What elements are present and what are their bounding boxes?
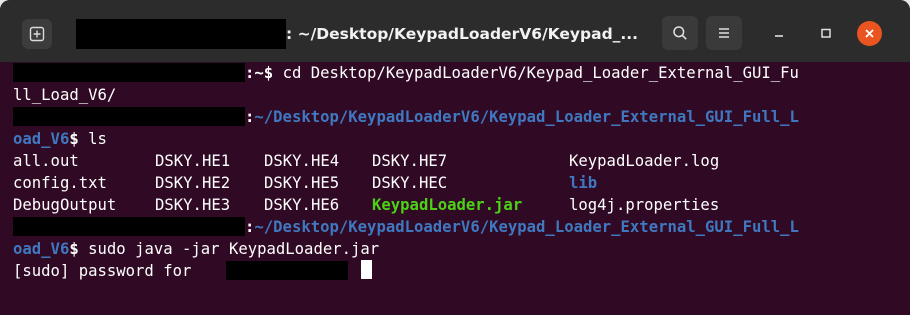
prompt-colon: :	[245, 108, 255, 126]
command-text: sudo java -jar KeypadLoader.jar	[88, 240, 380, 258]
new-tab-button[interactable]	[22, 19, 52, 49]
prompt-line-3: :~/Desktop/KeypadLoaderV6/Keypad_Loader_…	[245, 106, 799, 128]
redacted-username-title	[76, 19, 286, 49]
ls-entry: DSKY.HE5	[264, 174, 340, 192]
prompt-dollar: $	[69, 240, 89, 258]
maximize-button[interactable]	[814, 21, 838, 45]
close-icon	[865, 29, 874, 38]
text-cursor	[361, 260, 372, 279]
ls-entry: DSKY.HEC	[372, 174, 448, 192]
ls-entry: DSKY.HE7	[372, 152, 448, 170]
search-button[interactable]	[662, 16, 698, 50]
prompt-line-9: oad_V6$ sudo java -jar KeypadLoader.jar	[13, 238, 379, 260]
ls-entry: DSKY.HE3	[155, 196, 231, 214]
redacted-user-host-2	[13, 107, 245, 126]
prompt-path: ~/Desktop/KeypadLoaderV6/Keypad_Loader_E…	[254, 108, 799, 126]
close-button[interactable]	[857, 21, 882, 46]
prompt-line-1: :~$ cd Desktop/KeypadLoaderV6/Keypad_Loa…	[245, 62, 799, 84]
menu-button[interactable]	[706, 16, 742, 50]
ls-entry: log4j.properties	[569, 196, 720, 214]
ls-directory-entry: lib	[569, 174, 598, 192]
maximize-icon	[821, 28, 831, 38]
redacted-username	[226, 261, 348, 280]
prompt-colon: :	[245, 218, 255, 236]
terminal-window: : ~/Desktop/KeypadLoaderV6/Keypad_...:~…	[0, 0, 910, 315]
command-continuation: ll_Load_V6/	[13, 86, 117, 104]
prompt-path: ~/Desktop/KeypadLoaderV6/Keypad_Loader_E…	[254, 218, 799, 236]
ls-executable-entry: KeypadLoader.jar	[372, 196, 523, 214]
prompt-line-4: oad_V6$ ls	[13, 128, 107, 150]
title-bar: : ~/Desktop/KeypadLoaderV6/Keypad_...	[0, 0, 910, 62]
redacted-user-host-1	[13, 63, 245, 82]
minimize-icon	[775, 35, 783, 37]
ls-entry: DSKY.HE2	[155, 174, 231, 192]
command-text: cd Desktop/KeypadLoaderV6/Keypad_Loader_…	[282, 64, 799, 82]
hamburger-menu-icon	[719, 28, 729, 38]
prompt-path-end: oad_V6	[13, 240, 70, 258]
ls-entry: DSKY.HE6	[264, 196, 340, 214]
ls-entry: DebugOutput	[13, 196, 117, 214]
new-tab-icon	[29, 26, 45, 42]
prompt-suffix: :~$	[245, 64, 283, 82]
ls-entry: all.out	[13, 152, 79, 170]
redacted-user-host-3	[13, 217, 245, 236]
window-title: : ~/Desktop/KeypadLoaderV6/Keypad_...	[286, 25, 639, 43]
ls-entry: DSKY.HE1	[155, 152, 231, 170]
minimize-button[interactable]	[767, 21, 791, 45]
ls-entry: config.txt	[13, 174, 107, 192]
terminal-output[interactable]: :~$ cd Desktop/KeypadLoaderV6/Keypad_Loa…	[0, 62, 910, 315]
prompt-path-end: oad_V6	[13, 130, 70, 148]
sudo-password-prompt: [sudo] password for	[13, 262, 201, 280]
search-icon	[673, 26, 687, 40]
prompt-line-8: :~/Desktop/KeypadLoaderV6/Keypad_Loader_…	[245, 216, 799, 238]
ls-entry: DSKY.HE4	[264, 152, 340, 170]
prompt-dollar: $	[69, 130, 89, 148]
ls-entry: KeypadLoader.log	[569, 152, 720, 170]
command-text: ls	[88, 130, 107, 148]
